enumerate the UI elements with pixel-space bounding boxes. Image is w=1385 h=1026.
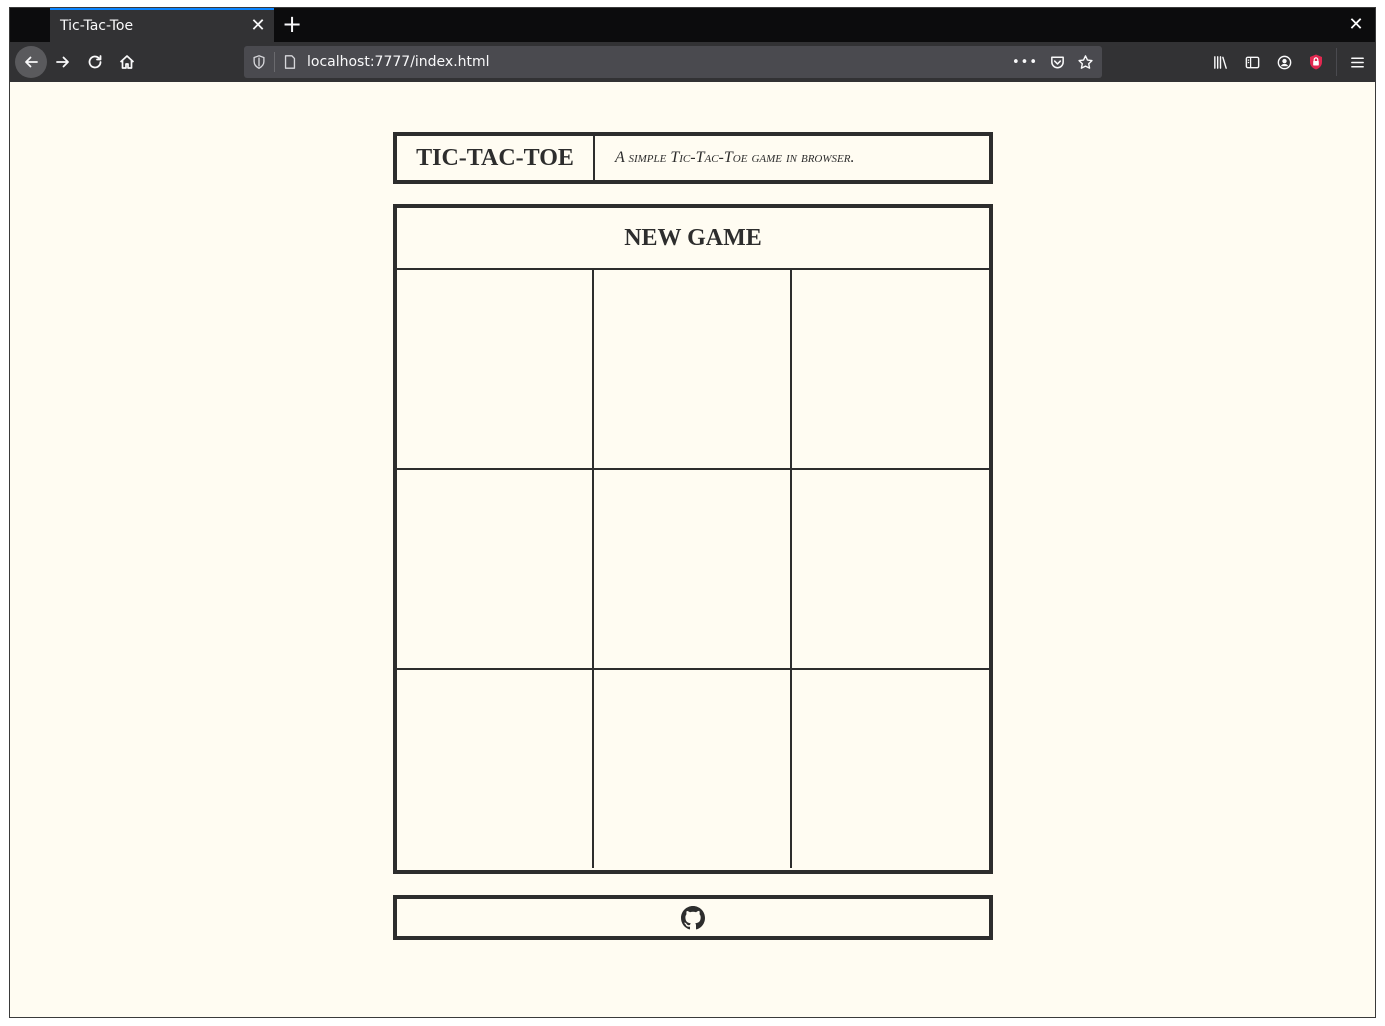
page-title: TIC-TAC-TOE: [416, 144, 574, 171]
account-icon[interactable]: [1268, 46, 1300, 78]
pocket-icon[interactable]: [1048, 53, 1066, 71]
shield-icon[interactable]: [250, 53, 268, 71]
board-cell-2[interactable]: [594, 270, 792, 470]
board-cell-9[interactable]: [792, 670, 989, 868]
window-close-button[interactable]: ✕: [1345, 12, 1367, 38]
addon-lock-icon[interactable]: [1300, 46, 1332, 78]
url-divider: [274, 52, 275, 72]
tab-close-icon[interactable]: ✕: [248, 15, 268, 37]
board-cell-7[interactable]: [397, 670, 594, 868]
board-cell-5[interactable]: [594, 470, 792, 670]
navigation-toolbar: localhost:7777/index.html •••: [10, 42, 1375, 82]
tab-strip: Tic-Tac-Toe ✕ + ✕: [10, 8, 1375, 42]
github-icon[interactable]: [681, 905, 705, 930]
page-header: TIC-TAC-TOE A simple Tic-Tac-Toe game in…: [393, 132, 993, 184]
reload-icon: [88, 55, 102, 69]
game-board: [397, 270, 989, 868]
subtitle-cell: A simple Tic-Tac-Toe game in browser.: [595, 136, 989, 180]
forward-button[interactable]: [47, 46, 79, 78]
page-subtitle: A simple Tic-Tac-Toe game in browser.: [615, 149, 855, 166]
home-icon: [119, 55, 135, 69]
board-cell-3[interactable]: [792, 270, 989, 470]
title-cell: TIC-TAC-TOE: [397, 136, 595, 180]
browser-window: Tic-Tac-Toe ✕ + ✕ localhost:7777/index.h…: [9, 7, 1376, 1018]
board-cell-6[interactable]: [792, 470, 989, 670]
back-button[interactable]: [15, 46, 47, 78]
home-button[interactable]: [111, 46, 143, 78]
board-cell-4[interactable]: [397, 470, 594, 670]
board-cell-8[interactable]: [594, 670, 792, 868]
sidebar-icon[interactable]: [1236, 46, 1268, 78]
reload-button[interactable]: [79, 46, 111, 78]
game-container: NEW GAME: [393, 204, 993, 874]
bookmark-star-icon[interactable]: [1076, 53, 1094, 71]
new-game-label: NEW GAME: [624, 224, 762, 251]
toolbar-right: [1204, 46, 1373, 78]
page-content: TIC-TAC-TOE A simple Tic-Tac-Toe game in…: [10, 82, 1375, 1017]
new-game-button[interactable]: NEW GAME: [397, 208, 989, 270]
toolbar-divider: [1336, 48, 1337, 76]
forward-arrow-icon: [56, 56, 69, 68]
tab-title: Tic-Tac-Toe: [60, 18, 134, 34]
url-text[interactable]: localhost:7777/index.html: [307, 54, 490, 70]
page-footer: [393, 895, 993, 940]
library-icon[interactable]: [1204, 46, 1236, 78]
page-actions-icon[interactable]: •••: [1012, 53, 1038, 71]
tab-tic-tac-toe[interactable]: Tic-Tac-Toe ✕: [50, 8, 274, 42]
page-info-icon[interactable]: [281, 53, 299, 71]
board-cell-1[interactable]: [397, 270, 594, 470]
new-tab-button[interactable]: +: [280, 10, 304, 40]
url-bar[interactable]: localhost:7777/index.html •••: [244, 46, 1102, 78]
menu-hamburger-icon[interactable]: [1341, 46, 1373, 78]
back-arrow-icon: [25, 56, 38, 68]
